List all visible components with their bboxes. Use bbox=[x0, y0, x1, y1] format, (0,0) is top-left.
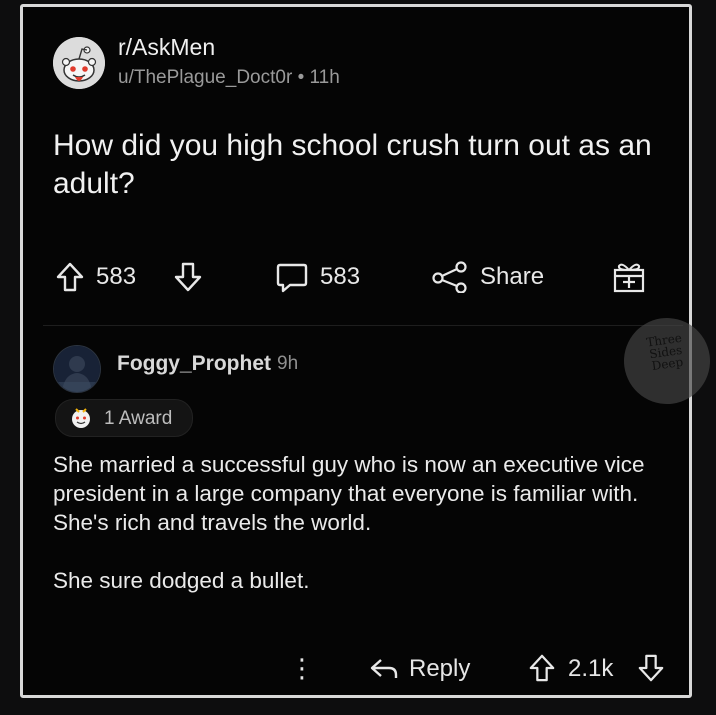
post-title[interactable]: How did you high school crush turn out a… bbox=[53, 127, 673, 203]
award-medal-icon bbox=[72, 408, 90, 428]
arrow-down-icon[interactable] bbox=[173, 261, 203, 293]
subreddit-avatar[interactable] bbox=[53, 37, 105, 89]
share-button[interactable]: Share bbox=[480, 263, 544, 291]
avatar[interactable] bbox=[53, 345, 101, 393]
reddit-snoo-icon bbox=[53, 37, 105, 89]
comment-paragraph: She sure dodged a bullet. bbox=[53, 568, 310, 593]
post-action-bar: 583 583 Share bbox=[53, 257, 673, 297]
speech-bubble-icon[interactable] bbox=[275, 262, 309, 294]
award-label: 1 Award bbox=[104, 408, 173, 429]
gift-icon[interactable] bbox=[611, 260, 647, 294]
comment-age: 9h bbox=[277, 353, 299, 374]
post-card: r/AskMen u/ThePlague_Doct0r • 11h How di… bbox=[20, 4, 692, 698]
share-nodes-icon[interactable] bbox=[431, 261, 469, 293]
comment-body: She married a successful guy who is now … bbox=[53, 450, 673, 624]
award-badge[interactable]: 1 Award bbox=[55, 399, 193, 437]
comment-action-bar: ⋮ Reply 2.1k bbox=[23, 647, 689, 687]
arrow-up-icon[interactable] bbox=[528, 653, 556, 683]
subreddit-name[interactable]: r/AskMen bbox=[118, 34, 215, 61]
post-vote-count: 583 bbox=[96, 263, 137, 290]
arrow-up-icon[interactable] bbox=[55, 261, 85, 293]
comment-username[interactable]: Foggy_Prophet bbox=[117, 352, 271, 376]
post-age: 11h bbox=[309, 67, 340, 88]
meta-separator: • bbox=[297, 67, 305, 88]
more-options-button[interactable]: ⋮ bbox=[289, 653, 315, 684]
post-meta: u/ThePlague_Doct0r • 11h bbox=[118, 67, 340, 89]
post-author[interactable]: u/ThePlague_Doct0r bbox=[118, 67, 292, 88]
comment-vote-count: 2.1k bbox=[568, 655, 614, 682]
section-divider bbox=[43, 325, 683, 326]
arrow-down-icon[interactable] bbox=[637, 653, 665, 683]
reply-button[interactable]: Reply bbox=[409, 655, 470, 683]
user-silhouette-icon bbox=[54, 346, 100, 392]
reply-arrow-icon[interactable] bbox=[369, 657, 399, 681]
comment-paragraph: She married a successful guy who is now … bbox=[53, 452, 645, 535]
comment-count[interactable]: 583 bbox=[320, 263, 360, 291]
